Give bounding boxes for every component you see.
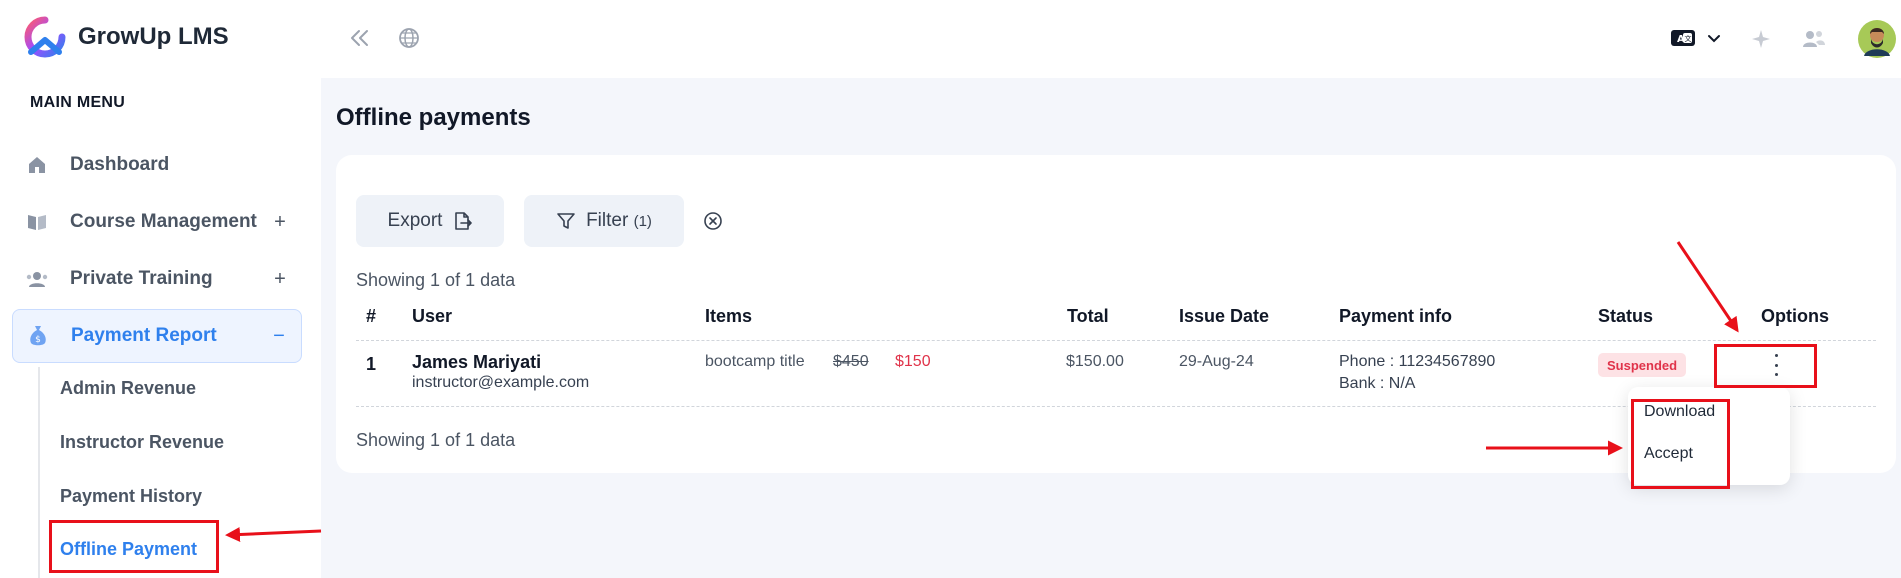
sidebar-item-dashboard[interactable]: Dashboard [12,138,302,192]
home-icon [26,154,48,176]
brand-name: GrowUp LMS [78,23,229,50]
clear-filter-icon[interactable] [702,210,724,232]
brand[interactable]: GrowUp LMS [22,16,229,58]
payment-phone: Phone : 11234567890 [1339,353,1496,370]
money-bag-icon: $ [27,325,49,347]
globe-icon[interactable] [397,26,421,50]
item-old-price: $450 [833,353,869,370]
highlight-box-dropdown-items [1631,399,1730,489]
sidebar-subitem-admin-revenue[interactable]: Admin Revenue [60,378,196,399]
expand-plus-icon[interactable]: + [272,268,288,291]
user-switch-icon[interactable] [1801,27,1827,51]
status-badge: Suspended [1598,353,1687,377]
sidebar-item-label: Private Training [70,268,213,289]
main-menu-heading: MAIN MENU [30,94,126,111]
topbar: A文 [321,0,1901,78]
issue-date: 29-Aug-24 [1179,353,1254,370]
column-header-issue-date: Issue Date [1179,306,1270,326]
item-title: bootcamp title [705,353,805,370]
highlight-box-options [1714,344,1817,388]
svg-text:$: $ [35,335,41,345]
collapse-minus-icon[interactable]: − [271,325,287,348]
filter-button-label: Filter (1) [586,210,652,231]
language-translate-icon[interactable]: A文 [1669,26,1697,50]
submenu-rail [38,367,40,578]
sidebar-subitem-instructor-revenue[interactable]: Instructor Revenue [60,432,224,453]
export-button-label: Export [387,210,443,231]
sidebar-subitem-payment-history[interactable]: Payment History [60,486,202,507]
table-divider [356,340,1876,341]
column-header-total: Total [1067,306,1109,326]
filter-funnel-icon [557,213,575,229]
page-title: Offline payments [336,104,531,131]
showing-count-bottom: Showing 1 of 1 data [356,430,516,450]
showing-count-top: Showing 1 of 1 data [356,270,516,290]
filter-button[interactable]: Filter (1) [524,195,684,247]
sidebar-item-private-training[interactable]: Private Training + [12,252,302,306]
sidebar-item-label: Dashboard [70,154,170,175]
growup-logo-icon [24,16,66,58]
export-file-icon [455,212,473,230]
sidebar-item-label: Course Management [70,211,257,232]
sidebar: GrowUp LMS MAIN MENU Dashboard Course Ma… [0,0,321,578]
column-header-status: Status [1598,306,1654,326]
users-icon [26,268,48,290]
chevron-down-icon[interactable] [1705,30,1723,48]
column-header-user: User [412,306,453,326]
sidebar-item-course-management[interactable]: Course Management + [12,195,302,249]
svg-text:文: 文 [1685,34,1692,43]
column-header-number: # [366,306,377,326]
sparkle-icon[interactable] [1749,27,1773,51]
user-name: James Mariyati [412,352,542,372]
avatar[interactable] [1858,20,1896,58]
sidebar-item-label: Payment Report [71,325,217,346]
filter-count: (1) [633,213,652,230]
column-header-items: Items [705,306,753,326]
item-new-price: $150 [895,353,931,370]
row-number: 1 [366,354,377,374]
highlight-box-offline-payment [49,520,219,573]
total-amount: $150.00 [1066,353,1124,370]
payment-bank: Bank : N/A [1339,375,1416,392]
book-icon [26,211,48,233]
collapse-sidebar-icon[interactable] [348,26,372,50]
user-email: instructor@example.com [412,374,590,391]
column-header-options: Options [1761,306,1829,326]
sidebar-item-payment-report[interactable]: $ Payment Report − [12,309,302,363]
export-button[interactable]: Export [356,195,504,247]
column-header-payment-info: Payment info [1339,306,1453,326]
expand-plus-icon[interactable]: + [272,211,288,234]
